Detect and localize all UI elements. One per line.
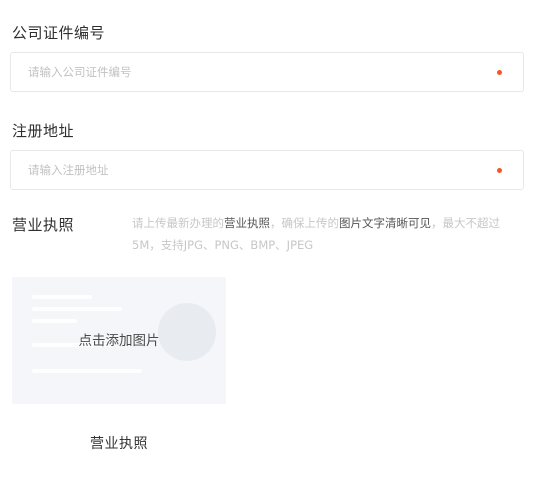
reg-address-label: 注册地址 [12, 122, 75, 140]
license-label: 营业执照 [12, 216, 75, 234]
reg-address-input[interactable] [28, 151, 478, 189]
hint-highlight: 图片文字清晰可见 [339, 216, 431, 230]
license-caption: 营业执照 [90, 436, 148, 452]
cert-number-input[interactable] [28, 53, 478, 91]
cert-number-label: 公司证件编号 [12, 24, 106, 42]
reg-address-field[interactable] [10, 150, 524, 190]
placeholder-line [32, 369, 142, 373]
license-upload-card[interactable]: 点击添加图片 [12, 277, 226, 404]
hint-text: 请上传最新办理的 [132, 216, 224, 230]
hint-highlight: 营业执照 [224, 216, 270, 230]
placeholder-line [32, 319, 77, 323]
required-dot-icon [497, 168, 502, 173]
required-dot-icon [497, 70, 502, 75]
placeholder-line [32, 307, 122, 311]
placeholder-line [32, 295, 92, 299]
upload-prompt[interactable]: 点击添加图片 [12, 329, 226, 349]
hint-text: ，确保上传的 [270, 216, 339, 230]
license-hint: 请上传最新办理的营业执照，确保上传的图片文字清晰可见，最大不超过5M，支持JPG… [132, 212, 517, 256]
cert-number-field[interactable] [10, 52, 524, 92]
